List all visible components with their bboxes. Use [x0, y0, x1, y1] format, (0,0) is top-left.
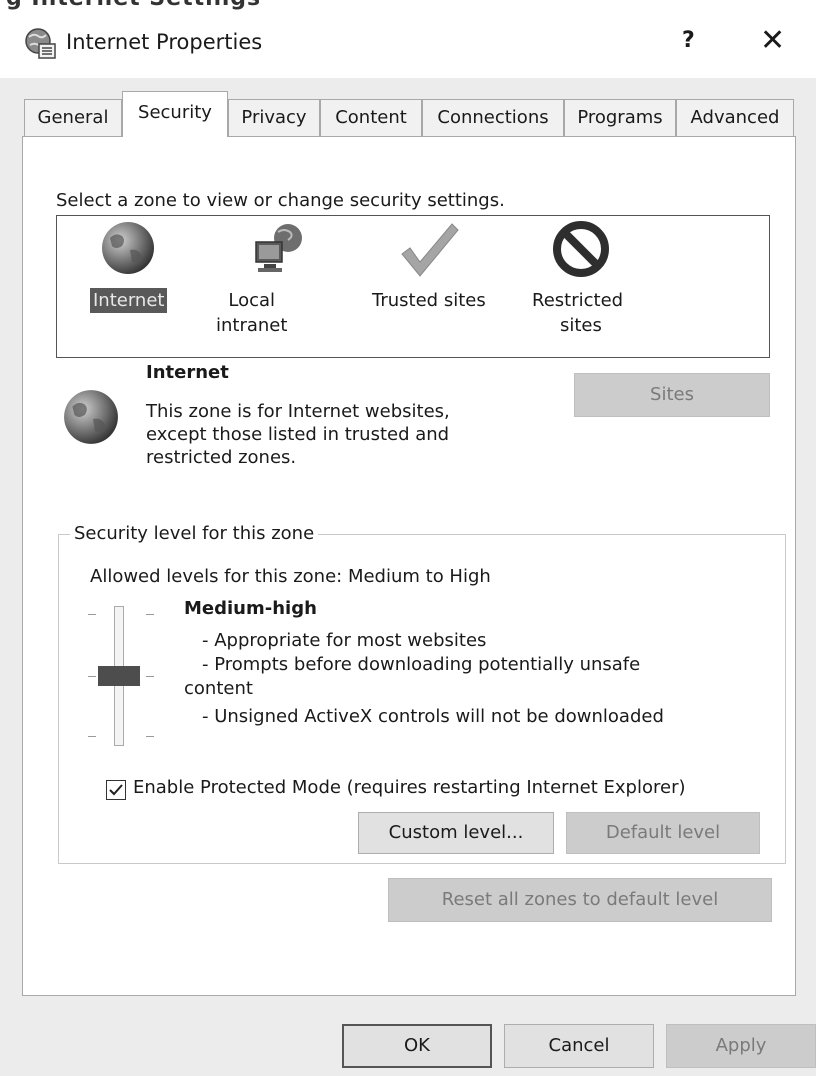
protected-mode-checkbox[interactable] [106, 780, 126, 800]
header-fragment: g Internet Settings [0, 0, 816, 12]
allowed-levels-text: Allowed levels for this zone: Medium to … [90, 566, 491, 587]
zone-label-trusted-sites: Trusted sites [372, 290, 486, 311]
level-name: Medium-high [184, 598, 317, 619]
tab-content[interactable]: Content [320, 99, 422, 136]
zone-info-desc-line2: except those listed in trusted and [146, 424, 450, 445]
apply-button[interactable]: Apply [666, 1024, 816, 1068]
zone-label-restricted-line1: Restricted [532, 290, 624, 311]
tab-advanced[interactable]: Advanced [676, 99, 794, 136]
level-desc-line3: content [184, 678, 253, 699]
level-desc-line1: - Appropriate for most websites [202, 630, 487, 651]
slider-tick [88, 736, 96, 737]
zone-info-name: Internet [146, 362, 229, 383]
default-level-button[interactable]: Default level [566, 812, 760, 854]
zone-label-local-intranet: Local intranet [216, 290, 288, 336]
zone-prompt: Select a zone to view or change security… [56, 190, 505, 211]
slider-tick [146, 676, 154, 677]
tab-security[interactable]: Security [122, 91, 228, 137]
zone-info-desc-line3: restricted zones. [146, 447, 297, 468]
tab-programs[interactable]: Programs [564, 99, 676, 136]
zone-label-restricted-line2: sites [560, 315, 602, 336]
security-level-slider-thumb[interactable] [98, 666, 140, 686]
check-icon [109, 784, 123, 796]
globe-icon [100, 220, 156, 280]
zone-info-desc-line1: This zone is for Internet websites, [146, 401, 450, 422]
ok-button[interactable]: OK [342, 1024, 492, 1068]
cancel-button[interactable]: Cancel [504, 1024, 654, 1068]
tab-privacy[interactable]: Privacy [228, 99, 320, 136]
slider-tick [88, 676, 96, 677]
checkmark-icon [398, 220, 462, 284]
security-level-group-title: Security level for this zone [70, 523, 319, 544]
slider-tick [146, 736, 154, 737]
internet-properties-icon [24, 27, 58, 61]
custom-level-button[interactable]: Custom level... [358, 812, 554, 854]
level-desc-line2: - Prompts before downloading potentially… [202, 654, 641, 675]
protected-mode-label[interactable]: Enable Protected Mode (requires restarti… [133, 777, 686, 798]
zone-info-globe-icon [62, 388, 120, 450]
restricted-icon [552, 220, 610, 282]
tab-connections[interactable]: Connections [422, 99, 564, 136]
slider-tick [88, 614, 96, 615]
window-title: Internet Properties [66, 30, 263, 54]
close-button[interactable]: ✕ [760, 23, 785, 58]
sites-button[interactable]: Sites [574, 373, 770, 417]
header-fragment-text: g Internet Settings [6, 0, 261, 11]
tab-general[interactable]: General [24, 99, 122, 136]
intranet-icon [248, 220, 308, 284]
slider-tick [146, 614, 154, 615]
help-button[interactable]: ? [682, 28, 695, 53]
level-desc-line4: - Unsigned ActiveX controls will not be … [202, 706, 664, 727]
zone-label-internet: Internet [90, 288, 168, 313]
reset-all-zones-button[interactable]: Reset all zones to default level [388, 878, 772, 922]
